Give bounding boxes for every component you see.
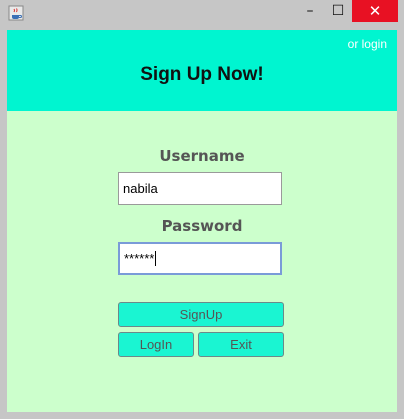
java-cup-icon [8,5,24,21]
close-icon: ✕ [368,2,382,20]
title-bar[interactable]: – ☐ ✕ [0,0,404,27]
login-button[interactable]: LogIn [118,332,194,357]
header-banner: or login Sign Up Now! [7,30,397,111]
username-label: Username [159,147,245,165]
password-label: Password [161,217,243,235]
password-value: ****** [124,251,155,266]
page-title: Sign Up Now! [140,64,264,85]
password-field[interactable]: ****** [118,242,282,275]
username-value: nabila [123,181,158,196]
minimize-button[interactable]: – [296,0,324,22]
signup-button[interactable]: SignUp [118,302,284,327]
text-caret [155,251,157,266]
maximize-button[interactable]: ☐ [324,0,352,22]
maximize-icon: ☐ [331,3,345,19]
or-login-link[interactable]: or login [348,37,387,51]
app-window: – ☐ ✕ or login Sign Up Now! Username nab… [0,0,404,419]
minimize-icon: – [306,3,314,19]
username-field[interactable]: nabila [118,172,282,205]
content-panel: or login Sign Up Now! Username nabila Pa… [7,30,397,412]
exit-button[interactable]: Exit [198,332,284,357]
close-button[interactable]: ✕ [352,0,398,22]
